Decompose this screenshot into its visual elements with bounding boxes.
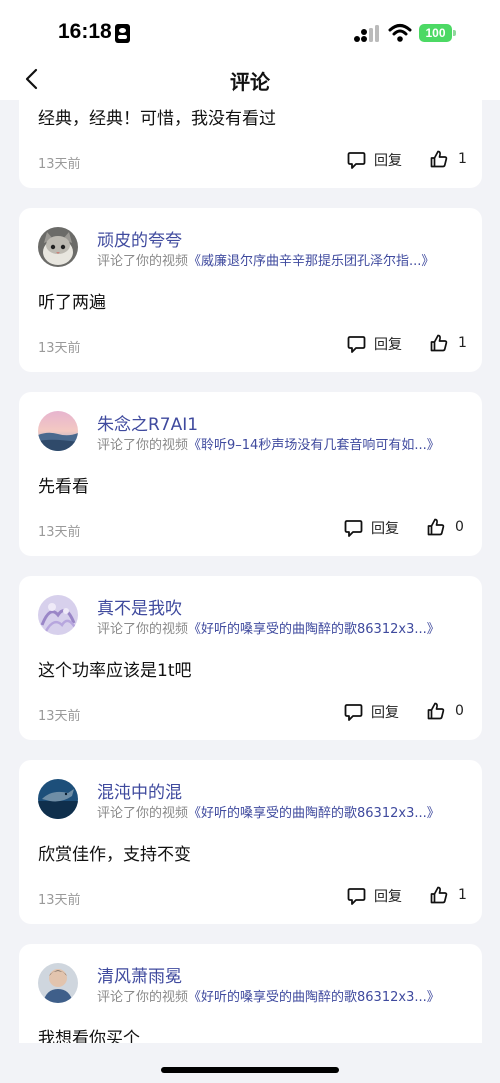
- avatar[interactable]: [38, 411, 78, 451]
- comment-bubble-icon: [347, 887, 366, 905]
- page-title: 评论: [230, 70, 270, 94]
- cellular-signal-icon: [354, 25, 379, 42]
- comment-card: 混沌中的混 评论了你的视频《好听的嗓享受的曲陶醉的歌86312x3...》 欣赏…: [19, 760, 482, 924]
- video-link[interactable]: 《聆听9–14秒声场没有几套音响可有如...》: [188, 438, 440, 453]
- avatar[interactable]: [38, 779, 78, 819]
- avatar[interactable]: [38, 963, 78, 1003]
- id-card-icon: [115, 24, 130, 43]
- username[interactable]: 朱念之R7AI1: [97, 410, 198, 435]
- home-indicator[interactable]: [161, 1067, 339, 1073]
- comment-card: 清风萧雨冕 评论了你的视频《好听的嗓享受的曲陶醉的歌86312x3...》 我想…: [19, 944, 482, 1043]
- comment-content: 先看看: [38, 477, 89, 497]
- like-count: 0: [455, 703, 464, 719]
- reply-button[interactable]: 回复: [344, 702, 399, 722]
- like-button[interactable]: 1: [430, 886, 467, 904]
- comment-time: 13天前: [38, 525, 81, 540]
- avatar[interactable]: [38, 227, 78, 267]
- like-count: 1: [458, 335, 467, 351]
- comment-content: 欣赏佳作，支持不变: [38, 845, 191, 865]
- comment-content: 这个功率应该是1t吧: [38, 661, 192, 681]
- status-time: 16:18: [58, 20, 112, 43]
- thumbs-up-icon: [430, 334, 448, 352]
- reply-button[interactable]: 回复: [347, 886, 402, 906]
- comment-content: 我想看你买个: [38, 1029, 140, 1043]
- like-count: 1: [458, 151, 467, 167]
- comment-bubble-icon: [344, 519, 363, 537]
- reply-label: 回复: [374, 889, 402, 905]
- like-button[interactable]: 1: [430, 150, 467, 168]
- reply-button[interactable]: 回复: [347, 150, 402, 170]
- thumbs-up-icon: [427, 518, 445, 536]
- username[interactable]: 混沌中的混: [97, 778, 182, 803]
- like-count: 1: [458, 887, 467, 903]
- comment-card: 顽皮的夸夸 评论了你的视频《威廉退尔序曲辛辛那提乐团孔泽尔指...》 听了两遍 …: [19, 208, 482, 372]
- thumbs-up-icon: [427, 702, 445, 720]
- comment-list[interactable]: 经典，经典！可惜，我没有看过 13天前 回复 1 顽皮的夸夸 评论了你的视频《威…: [0, 100, 500, 1043]
- comment-time: 13天前: [38, 709, 81, 724]
- avatar[interactable]: [38, 595, 78, 635]
- comment-bubble-icon: [347, 335, 366, 353]
- context-prefix: 评论了你的视频: [97, 254, 189, 269]
- video-link[interactable]: 《好听的嗓享受的曲陶醉的歌86312x3...》: [188, 990, 440, 1005]
- thumbs-up-icon: [430, 150, 448, 168]
- comment-time: 13天前: [38, 893, 81, 908]
- comment-card: 经典，经典！可惜，我没有看过 13天前 回复 1: [19, 100, 482, 188]
- reply-label: 回复: [374, 153, 402, 169]
- wifi-icon: [388, 24, 412, 42]
- battery-tip: [453, 30, 456, 36]
- reply-button[interactable]: 回复: [344, 518, 399, 538]
- like-button[interactable]: 0: [427, 518, 464, 536]
- comment-context: 评论了你的视频《好听的嗓享受的曲陶醉的歌86312x3...》: [97, 802, 477, 821]
- battery-indicator: 100: [419, 24, 452, 42]
- username[interactable]: 顽皮的夸夸: [97, 226, 182, 251]
- status-bar: 16:18 100: [0, 0, 500, 58]
- comment-context: 评论了你的视频《好听的嗓享受的曲陶醉的歌86312x3...》: [97, 986, 477, 1005]
- nav-bar: 评论: [0, 58, 500, 100]
- like-count: 0: [455, 519, 464, 535]
- context-prefix: 评论了你的视频: [97, 438, 189, 453]
- comment-content: 听了两遍: [38, 293, 106, 313]
- thumbs-up-icon: [430, 886, 448, 904]
- video-link[interactable]: 《好听的嗓享受的曲陶醉的歌86312x3...》: [188, 622, 440, 637]
- comment-time: 13天前: [38, 157, 81, 172]
- comment-card: 真不是我吹 评论了你的视频《好听的嗓享受的曲陶醉的歌86312x3...》 这个…: [19, 576, 482, 740]
- comment-card: 朱念之R7AI1 评论了你的视频《聆听9–14秒声场没有几套音响可有如...》 …: [19, 392, 482, 556]
- comment-context: 评论了你的视频《聆听9–14秒声场没有几套音响可有如...》: [97, 434, 477, 453]
- context-prefix: 评论了你的视频: [97, 806, 189, 821]
- video-link[interactable]: 《好听的嗓享受的曲陶醉的歌86312x3...》: [188, 806, 440, 821]
- comment-context: 评论了你的视频《好听的嗓享受的曲陶醉的歌86312x3...》: [97, 618, 477, 637]
- context-prefix: 评论了你的视频: [97, 622, 189, 637]
- video-link[interactable]: 《威廉退尔序曲辛辛那提乐团孔泽尔指...》: [188, 254, 434, 269]
- username[interactable]: 真不是我吹: [97, 594, 182, 619]
- reply-label: 回复: [371, 521, 399, 537]
- comment-bubble-icon: [347, 151, 366, 169]
- username[interactable]: 清风萧雨冕: [97, 962, 182, 987]
- reply-label: 回复: [374, 337, 402, 353]
- reply-button[interactable]: 回复: [347, 334, 402, 354]
- reply-label: 回复: [371, 705, 399, 721]
- comment-bubble-icon: [344, 703, 363, 721]
- comment-context: 评论了你的视频《威廉退尔序曲辛辛那提乐团孔泽尔指...》: [97, 250, 477, 269]
- comment-time: 13天前: [38, 341, 81, 356]
- like-button[interactable]: 1: [430, 334, 467, 352]
- comment-content: 经典，经典！可惜，我没有看过: [38, 109, 276, 129]
- context-prefix: 评论了你的视频: [97, 990, 189, 1005]
- like-button[interactable]: 0: [427, 702, 464, 720]
